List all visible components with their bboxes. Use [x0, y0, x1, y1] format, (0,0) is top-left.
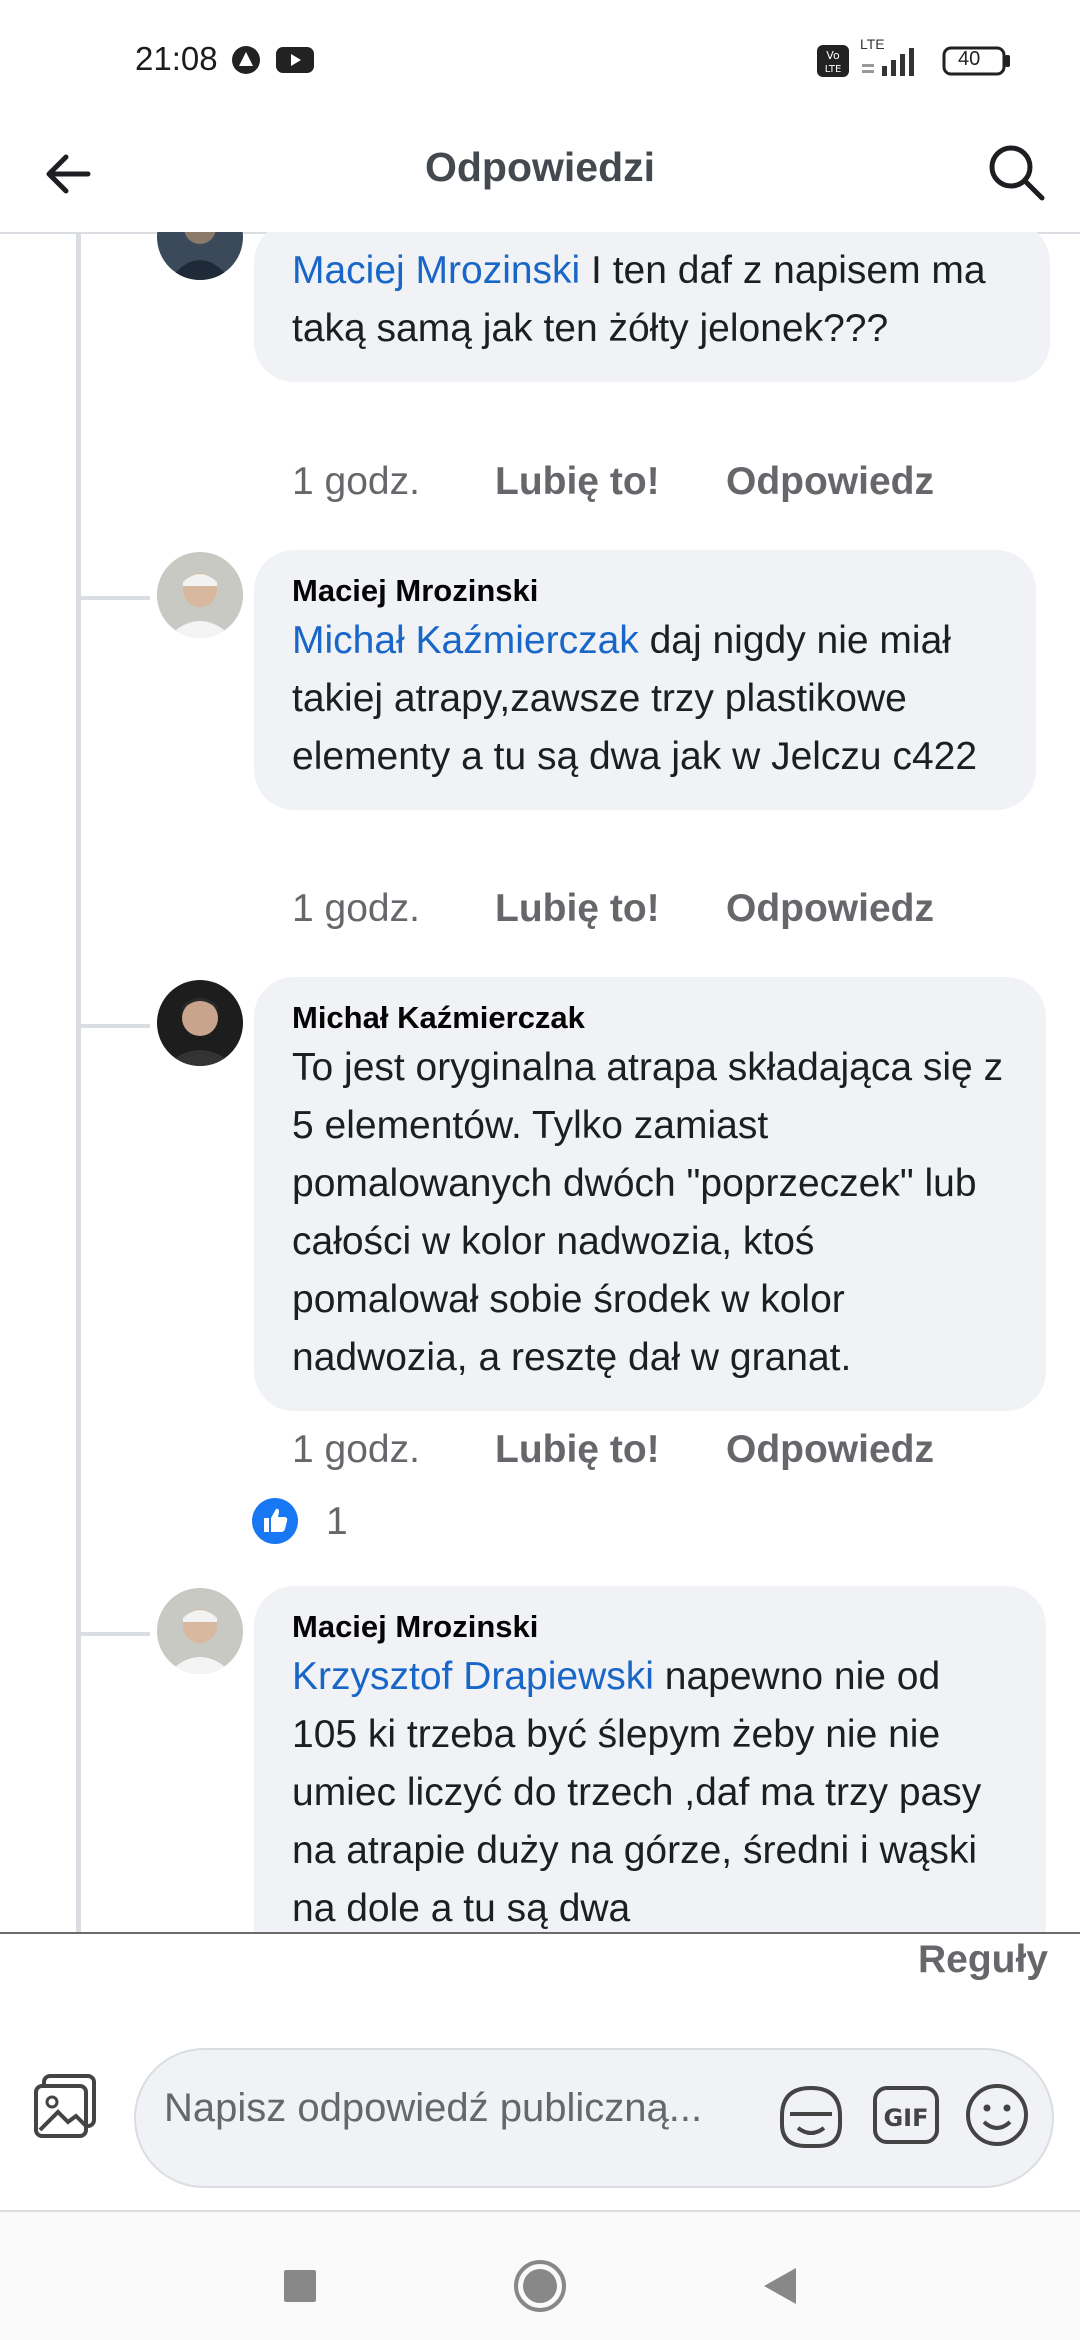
recent-apps-icon[interactable]	[270, 2256, 330, 2316]
like-button[interactable]: Lubię to!	[495, 887, 660, 931]
thread-branch	[80, 596, 150, 600]
mention-link[interactable]: Krzysztof Drapiewski	[292, 1655, 654, 1698]
photo-icon[interactable]	[30, 2070, 102, 2142]
svg-text:LTE: LTE	[825, 64, 842, 75]
svg-text:GIF: GIF	[883, 2104, 928, 2132]
battery-icon: 40	[942, 46, 1012, 81]
page-title: Odpowiedzi	[424, 144, 656, 190]
reply-button[interactable]: Odpowiedz	[726, 1428, 934, 1472]
comment-bubble[interactable]: Michał Kaźmierczak To jest oryginalna at…	[254, 977, 1046, 1411]
system-nav-bar	[0, 2212, 1080, 2340]
svg-text:Vo: Vo	[826, 49, 840, 62]
comment-time: 1 godz.	[292, 460, 420, 503]
mention-link[interactable]: Michał Kaźmierczak	[292, 619, 639, 662]
sticker-icon[interactable]	[776, 2080, 846, 2154]
reply-composer: Napisz odpowiedź publiczną... GIF	[0, 2020, 1080, 2220]
comment-bubble[interactable]: Maciej Mrozinski Krzysztof Drapiewski na…	[254, 1586, 1046, 1932]
avatar[interactable]	[157, 980, 243, 1066]
avatar[interactable]	[157, 232, 243, 280]
network-label: LTE	[860, 36, 885, 52]
volte-icon: Vo LTE	[816, 44, 850, 83]
battery-level: 40	[958, 48, 981, 70]
comment-time: 1 godz.	[292, 1428, 420, 1471]
app-header: Odpowiedzi	[0, 120, 1080, 234]
comment-bubble[interactable]: Maciej Mrozinski I ten daf z napisem ma …	[254, 232, 1050, 382]
youtube-icon	[275, 44, 315, 81]
status-time: 21:08	[135, 40, 218, 77]
comment-thread: Maciej Mrozinski I ten daf z napisem ma …	[0, 232, 1080, 1932]
thread-branch	[80, 1024, 150, 1028]
comment-author[interactable]: Michał Kaźmierczak	[292, 997, 1008, 1039]
comment-bubble[interactable]: Maciej Mrozinski Michał Kaźmierczak daj …	[254, 550, 1036, 810]
thread-branch	[80, 1632, 150, 1636]
like-button[interactable]: Lubię to!	[495, 460, 660, 504]
emoji-icon[interactable]	[962, 2080, 1032, 2150]
search-icon[interactable]	[984, 140, 1050, 206]
comment-text: Michał Kaźmierczak daj nigdy nie miał ta…	[292, 612, 998, 786]
like-button[interactable]: Lubię to!	[495, 1428, 660, 1472]
comment-text: To jest oryginalna atrapa składająca się…	[292, 1046, 1004, 1379]
reply-input[interactable]: Napisz odpowiedź publiczną... GIF	[134, 2048, 1054, 2188]
comment-text: Krzysztof Drapiewski napewno nie od 105 …	[292, 1648, 1008, 1932]
back-icon[interactable]	[750, 2256, 810, 2316]
home-icon[interactable]	[510, 2256, 570, 2316]
divider	[0, 1932, 1080, 1934]
like-reaction-icon	[252, 1498, 298, 1544]
comment-text: Maciej Mrozinski I ten daf z napisem ma …	[292, 242, 1012, 358]
avatar[interactable]	[157, 552, 243, 638]
reply-button[interactable]: Odpowiedz	[726, 460, 934, 504]
comment-author[interactable]: Maciej Mrozinski	[292, 570, 998, 612]
gif-icon[interactable]: GIF	[871, 2080, 941, 2150]
comment-time: 1 godz.	[292, 887, 420, 930]
reply-input-placeholder: Napisz odpowiedź publiczną...	[164, 2086, 703, 2130]
comment-author[interactable]: Maciej Mrozinski	[292, 1606, 1008, 1648]
reaction-count: 1	[326, 1500, 348, 1543]
thread-line	[76, 232, 81, 1932]
vpn-icon	[230, 44, 262, 81]
reply-button[interactable]: Odpowiedz	[726, 887, 934, 931]
rules-link[interactable]: Reguły	[918, 1938, 1048, 1982]
avatar[interactable]	[157, 1588, 243, 1674]
mention-link[interactable]: Maciej Mrozinski	[292, 249, 580, 292]
signal-icon: LTE	[860, 36, 930, 85]
status-bar: 21:08 Vo LTE LTE 40	[0, 0, 1080, 120]
